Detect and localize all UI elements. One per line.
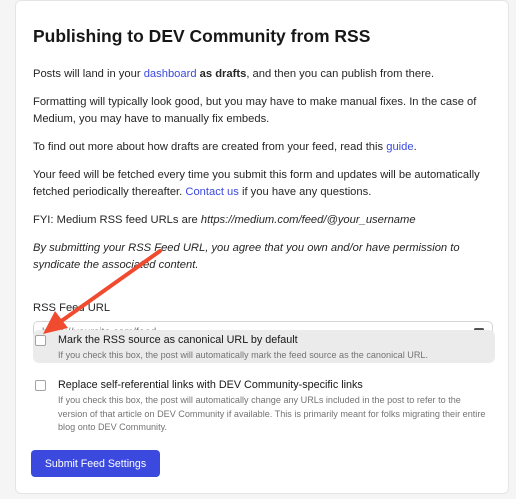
dashboard-link[interactable]: dashboard [144, 68, 197, 80]
medium-feed-example: https://medium.com/feed/@your_username [200, 214, 416, 226]
feed-url-label: RSS Feed URL [33, 302, 111, 314]
text: if you have any questions. [238, 186, 372, 198]
drafts-paragraph: Posts will land in your dashboard as dra… [33, 66, 495, 83]
text: Posts will land in your [33, 68, 144, 80]
page-title: Publishing to DEV Community from RSS [33, 26, 371, 46]
guide-link[interactable]: guide [386, 141, 413, 153]
rss-settings-card: Publishing to DEV Community from RSS Pos… [15, 0, 509, 494]
canonical-checkbox[interactable] [35, 335, 46, 346]
agreement-paragraph: By submitting your RSS Feed URL, you agr… [33, 240, 495, 274]
fetch-paragraph: Your feed will be fetched every time you… [33, 167, 495, 201]
text: , and then you can publish from there. [246, 68, 435, 80]
guide-paragraph: To find out more about how drafts are cr… [33, 139, 495, 156]
text: . [413, 141, 417, 153]
canonical-label: Mark the RSS source as canonical URL by … [58, 334, 298, 346]
canonical-description: If you check this box, the post will aut… [58, 350, 428, 360]
replace-links-description: If you check this box, the post will aut… [58, 395, 486, 432]
replace-links-checkbox[interactable] [35, 380, 46, 391]
text: To find out more about how drafts are cr… [33, 141, 387, 153]
formatting-paragraph: Formatting will typically look good, but… [33, 96, 477, 125]
replace-links-label: Replace self-referential links with DEV … [58, 379, 363, 391]
contact-us-link[interactable]: Contact us [185, 186, 238, 198]
canonical-option[interactable]: Mark the RSS source as canonical URL by … [33, 330, 495, 363]
card-body: Publishing to DEV Community from RSS Pos… [33, 25, 495, 345]
text: FYI: Medium RSS feed URLs are [33, 214, 201, 226]
drafts-emphasis: as drafts [199, 68, 247, 80]
replace-links-option[interactable]: Replace self-referential links with DEV … [33, 378, 495, 436]
agreement-text: By submitting your RSS Feed URL, you agr… [33, 242, 460, 271]
submit-feed-settings-button[interactable]: Submit Feed Settings [31, 450, 160, 477]
medium-fyi-paragraph: FYI: Medium RSS feed URLs are https://me… [33, 212, 495, 229]
